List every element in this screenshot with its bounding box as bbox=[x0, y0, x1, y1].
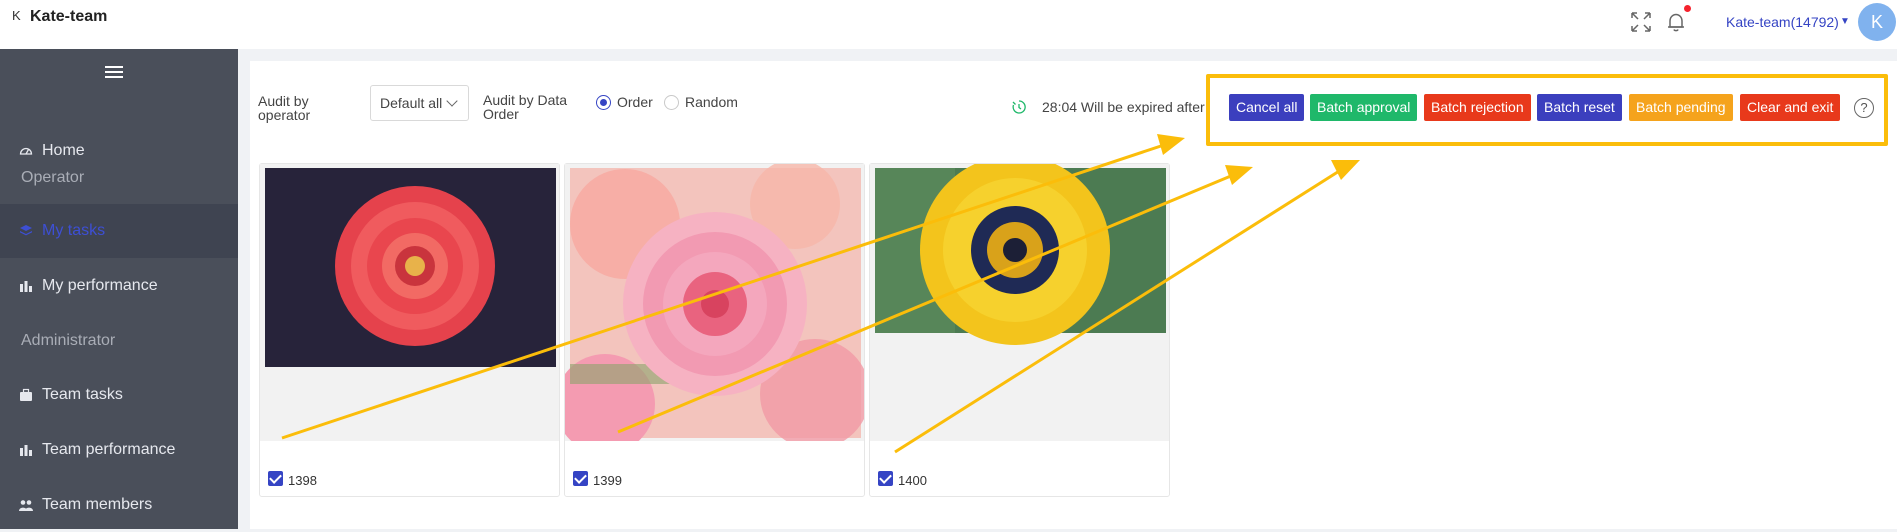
sidebar-item-label: Home bbox=[42, 142, 85, 159]
task-card[interactable]: 1399 bbox=[564, 163, 865, 497]
bar-chart-icon bbox=[20, 281, 32, 292]
radio-order-circle[interactable] bbox=[596, 94, 611, 110]
notification-badge bbox=[1684, 5, 1691, 12]
radio-order[interactable]: Order bbox=[596, 94, 653, 110]
briefcase-icon bbox=[20, 388, 32, 401]
top-header: K Kate-team Kate-team(14792) ▼ K bbox=[0, 0, 1897, 49]
section-administrator: Administrator bbox=[21, 332, 116, 349]
operator-select-value: Default all bbox=[380, 95, 443, 111]
user-menu-label[interactable]: Kate-team(14792) bbox=[1726, 14, 1839, 30]
card-image-area bbox=[260, 164, 559, 441]
card-image-area bbox=[565, 164, 864, 441]
card-id: 1398 bbox=[288, 473, 317, 488]
audit-operator-label: Audit by operator bbox=[258, 93, 311, 123]
expiry-timer-text: 28:04 Will be expired after bbox=[1042, 99, 1205, 115]
sidebar-item-label: Team members bbox=[42, 496, 153, 513]
radio-order-label: Order bbox=[617, 94, 653, 110]
audit-order-label: Audit by Data Order bbox=[483, 92, 568, 122]
sidebar: Home Operator My tasks My performance Ad… bbox=[0, 49, 238, 529]
sidebar-item-my-performance[interactable]: My performance bbox=[0, 259, 238, 313]
expand-arrows-icon[interactable] bbox=[1629, 10, 1653, 34]
bell-icon[interactable] bbox=[1664, 10, 1688, 34]
card-id: 1399 bbox=[593, 473, 622, 488]
pink-dahlia-flowers-image bbox=[565, 164, 864, 441]
app-title: Kate-team bbox=[30, 8, 108, 25]
avatar[interactable]: K bbox=[1858, 3, 1896, 41]
users-icon bbox=[19, 500, 33, 511]
radio-random-circle[interactable] bbox=[664, 94, 679, 110]
card-id: 1400 bbox=[898, 473, 927, 488]
red-zinnia-flower-image bbox=[265, 168, 556, 367]
sidebar-item-my-tasks[interactable]: My tasks bbox=[0, 204, 238, 258]
sidebar-item-label: My tasks bbox=[42, 222, 106, 239]
caret-down-icon[interactable]: ▼ bbox=[1840, 16, 1850, 27]
sidebar-item-label: Team tasks bbox=[42, 386, 123, 403]
timer-icon bbox=[1012, 100, 1026, 114]
hamburger-icon[interactable] bbox=[105, 66, 123, 78]
operator-select[interactable]: Default all bbox=[370, 85, 469, 121]
sidebar-item-team-members[interactable]: Team members bbox=[0, 478, 238, 532]
sidebar-item-team-tasks[interactable]: Team tasks bbox=[0, 368, 238, 422]
dashboard-icon bbox=[19, 147, 33, 155]
layers-icon bbox=[20, 225, 32, 236]
task-card[interactable]: 1398 bbox=[259, 163, 560, 497]
logo-icon: K bbox=[12, 8, 21, 23]
sidebar-item-team-performance[interactable]: Team performance bbox=[0, 423, 238, 477]
task-card[interactable]: 1400 bbox=[869, 163, 1170, 497]
card-checkbox[interactable] bbox=[878, 471, 893, 486]
sidebar-item-label: My performance bbox=[42, 277, 158, 294]
radio-random[interactable]: Random bbox=[664, 94, 738, 110]
card-image-area bbox=[870, 164, 1169, 441]
sidebar-item-label: Team performance bbox=[42, 441, 176, 458]
chevron-down-icon bbox=[446, 95, 458, 107]
annotation-highlight-box bbox=[1206, 74, 1888, 146]
radio-random-label: Random bbox=[685, 94, 738, 110]
yellow-daisy-flower-image bbox=[875, 164, 1166, 345]
card-checkbox[interactable] bbox=[573, 471, 588, 486]
card-checkbox[interactable] bbox=[268, 471, 283, 486]
section-operator: Operator bbox=[21, 169, 85, 186]
bar-chart-icon bbox=[20, 445, 32, 456]
